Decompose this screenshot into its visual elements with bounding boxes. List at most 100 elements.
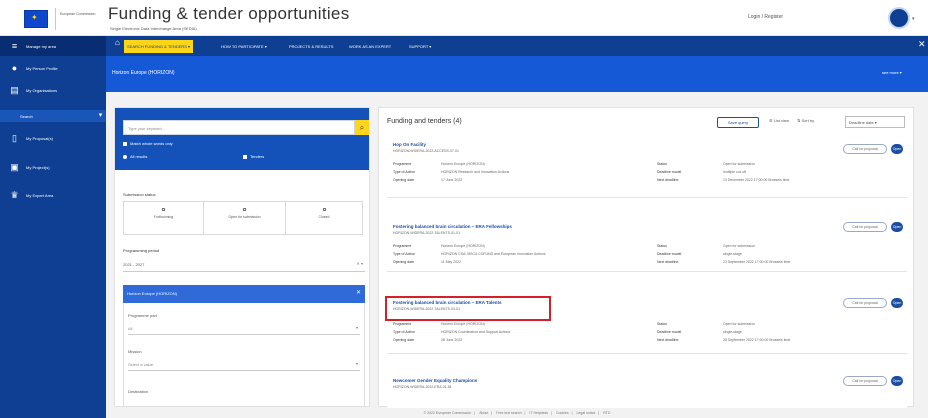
sidebar-item-projects[interactable]: ▣ My Project(s) xyxy=(0,157,106,177)
meta-key-programme: Programme xyxy=(393,244,412,248)
status-option-label: Closed xyxy=(318,215,330,219)
folder-icon: ▣ xyxy=(10,162,19,172)
programme-part-select[interactable]: All ▾ xyxy=(128,323,360,335)
status-option-label: Forthcoming xyxy=(153,215,174,219)
graduate-icon: ♛ xyxy=(10,190,19,200)
page-title: Funding & tender opportunities xyxy=(108,4,350,23)
chevron-down-icon: ▾ xyxy=(98,112,103,119)
user-avatar[interactable] xyxy=(888,7,910,29)
card-identifier: HORIZON-WIDERA-2022-ACCESS-07-01 xyxy=(393,149,459,153)
open-button[interactable]: Open xyxy=(891,222,903,232)
footer-link[interactable]: Cookies xyxy=(556,411,569,415)
logo-text: European Commission xyxy=(60,12,96,16)
open-button[interactable]: Open xyxy=(891,144,903,154)
search-input[interactable]: Type your keyword... xyxy=(123,120,355,135)
sidebar-item-expert-area[interactable]: ♛ My Expert Area xyxy=(0,185,106,205)
meta-value-deadline-model: single-stage xyxy=(723,330,742,334)
nav-search-funding[interactable]: SEARCH FUNDING & TENDERS ▾ xyxy=(124,40,194,53)
nav-how-to-participate[interactable]: HOW TO PARTICIPATE ▾ xyxy=(218,42,270,51)
mission-select[interactable]: Select a value ▾ xyxy=(128,359,360,371)
sidebar-item-proposals[interactable]: ▯ My Proposal(s) xyxy=(0,128,106,148)
search-button[interactable]: ⌕ xyxy=(355,120,369,135)
left-sidebar: ≡ Manage my area ● My Person Profile ▤ M… xyxy=(0,36,106,418)
meta-value-status: Open for submission xyxy=(723,162,756,166)
results-panel: Funding and tenders (4) Save query ☰ Lis… xyxy=(378,107,914,408)
status-closed[interactable]: Closed xyxy=(286,202,362,234)
programme-part-value: All xyxy=(128,326,133,331)
status-option-label: Open for submission xyxy=(228,215,261,219)
exact-match-checkbox[interactable]: Match whole words only xyxy=(123,141,173,146)
page-subtitle: Single Electronic Data Interchange Area … xyxy=(110,26,197,31)
status-badge: Call for proposal xyxy=(843,298,887,308)
meta-key-deadline-model: Deadline model xyxy=(657,170,682,174)
footer-link[interactable]: RTD xyxy=(603,411,610,415)
destination-label: Destination xyxy=(128,389,149,394)
meta-value-opening: 08 June 2022 xyxy=(441,338,463,342)
programming-period-value: 2021 - 2027 xyxy=(123,262,145,267)
status-filter: Forthcoming Open for submission Closed xyxy=(123,201,363,235)
sort-select[interactable]: Deadline date ▾ xyxy=(845,116,905,128)
close-icon[interactable]: ✕ xyxy=(918,39,926,50)
footer-link[interactable]: Legal notice xyxy=(576,411,595,415)
clear-and-chevron-icon: ✕ ▾ xyxy=(356,261,363,266)
meta-value-deadline-model: single-stage xyxy=(723,252,742,256)
meta-value-next-deadline: 13 December 2022 17:00:00 Brussels time xyxy=(723,178,790,182)
sidebar-item-manage[interactable]: ≡ Manage my area xyxy=(0,36,106,56)
status-forthcoming[interactable]: Forthcoming xyxy=(124,202,204,234)
card-title[interactable]: Fostering balanced brain circulation – E… xyxy=(393,224,512,229)
chevron-down-icon[interactable]: ▾ xyxy=(912,16,915,22)
meta-value-programme: Horizon Europe (HORIZON) xyxy=(441,244,485,248)
nav-projects-results[interactable]: PROJECTS & RESULTS xyxy=(286,42,336,51)
status-open[interactable]: Open for submission xyxy=(204,202,286,234)
meta-value-next-deadline: 23 September 2022 17:00:00 Brussels time xyxy=(723,260,791,264)
sidebar-item-label: Search xyxy=(20,114,33,119)
selected-programme[interactable]: Horizon Europe (HORIZON) ✕ xyxy=(123,285,365,303)
sidebar-item-label: My Proposal(s) xyxy=(26,136,53,141)
status-badge: Call for proposal xyxy=(843,376,887,386)
login-link[interactable]: Login / Register xyxy=(748,14,783,20)
open-button[interactable]: Open xyxy=(891,376,903,386)
footer-link[interactable]: IT Helpdesk xyxy=(529,411,548,415)
save-query-button[interactable]: Save query xyxy=(717,117,759,128)
programme-title: Horizon Europe (HORIZON) xyxy=(112,70,175,76)
eu-stars-icon: ✦ xyxy=(31,13,38,22)
meta-value-next-deadline: 28 September 2022 17:00:00 Brussels time xyxy=(723,338,791,342)
meta-key-programme: Programme xyxy=(393,162,412,166)
status-badge: Call for proposal xyxy=(843,222,887,232)
close-icon[interactable]: ✕ xyxy=(356,289,361,296)
meta-value-programme: Horizon Europe (HORIZON) xyxy=(441,162,485,166)
meta-key-deadline-model: Deadline model xyxy=(657,252,682,256)
meta-value-opening: 17 June 2022 xyxy=(441,178,463,182)
card-title[interactable]: Hop On Facility xyxy=(393,142,426,147)
sidebar-item-organisations[interactable]: ▤ My Organisations xyxy=(0,80,106,100)
home-icon[interactable]: ⌂ xyxy=(112,38,123,47)
person-icon: ● xyxy=(11,63,18,73)
eu-flag-logo[interactable]: ✦ xyxy=(24,10,48,28)
search-icon: ⌕ xyxy=(359,123,365,132)
footer-link[interactable]: About xyxy=(479,411,488,415)
sidebar-item-label: Manage my area xyxy=(26,44,57,49)
status-badge: Call for proposal xyxy=(843,144,887,154)
checkbox-icon xyxy=(243,208,246,211)
checkbox-icon xyxy=(243,154,247,159)
sidebar-item-label: My Project(s) xyxy=(26,165,50,170)
list-view-toggle[interactable]: ☰ List view xyxy=(769,118,789,123)
radio-all-results[interactable]: All results xyxy=(123,154,147,159)
radio-icon xyxy=(123,154,127,159)
nav-work-as-expert[interactable]: WORK AS AN EXPERT xyxy=(346,42,394,51)
radio-tenders[interactable]: Tenders xyxy=(243,154,264,159)
meta-key-type: Type of Action xyxy=(393,170,415,174)
card-title[interactable]: Newcomer Gender Equality Champions xyxy=(393,378,477,383)
result-card: Fostering balanced brain circulation – E… xyxy=(387,208,907,272)
result-card: Newcomer Gender Equality Champions HORIZ… xyxy=(387,366,907,408)
list-view-label: List view xyxy=(773,118,790,123)
open-button[interactable]: Open xyxy=(891,298,903,308)
footer-link[interactable]: Free text search xyxy=(496,411,521,415)
see-more-link[interactable]: see more ▾ xyxy=(882,70,902,75)
checkbox-icon xyxy=(322,208,326,211)
meta-value-opening: 11 May 2022 xyxy=(441,260,461,264)
programming-period-select[interactable]: 2021 - 2027 ✕ ▾ xyxy=(123,258,365,272)
sidebar-item-person-profile[interactable]: ● My Person Profile xyxy=(0,58,106,78)
nav-support[interactable]: SUPPORT ▾ xyxy=(406,42,434,51)
sidebar-item-search[interactable]: Search ▾ xyxy=(0,110,106,122)
